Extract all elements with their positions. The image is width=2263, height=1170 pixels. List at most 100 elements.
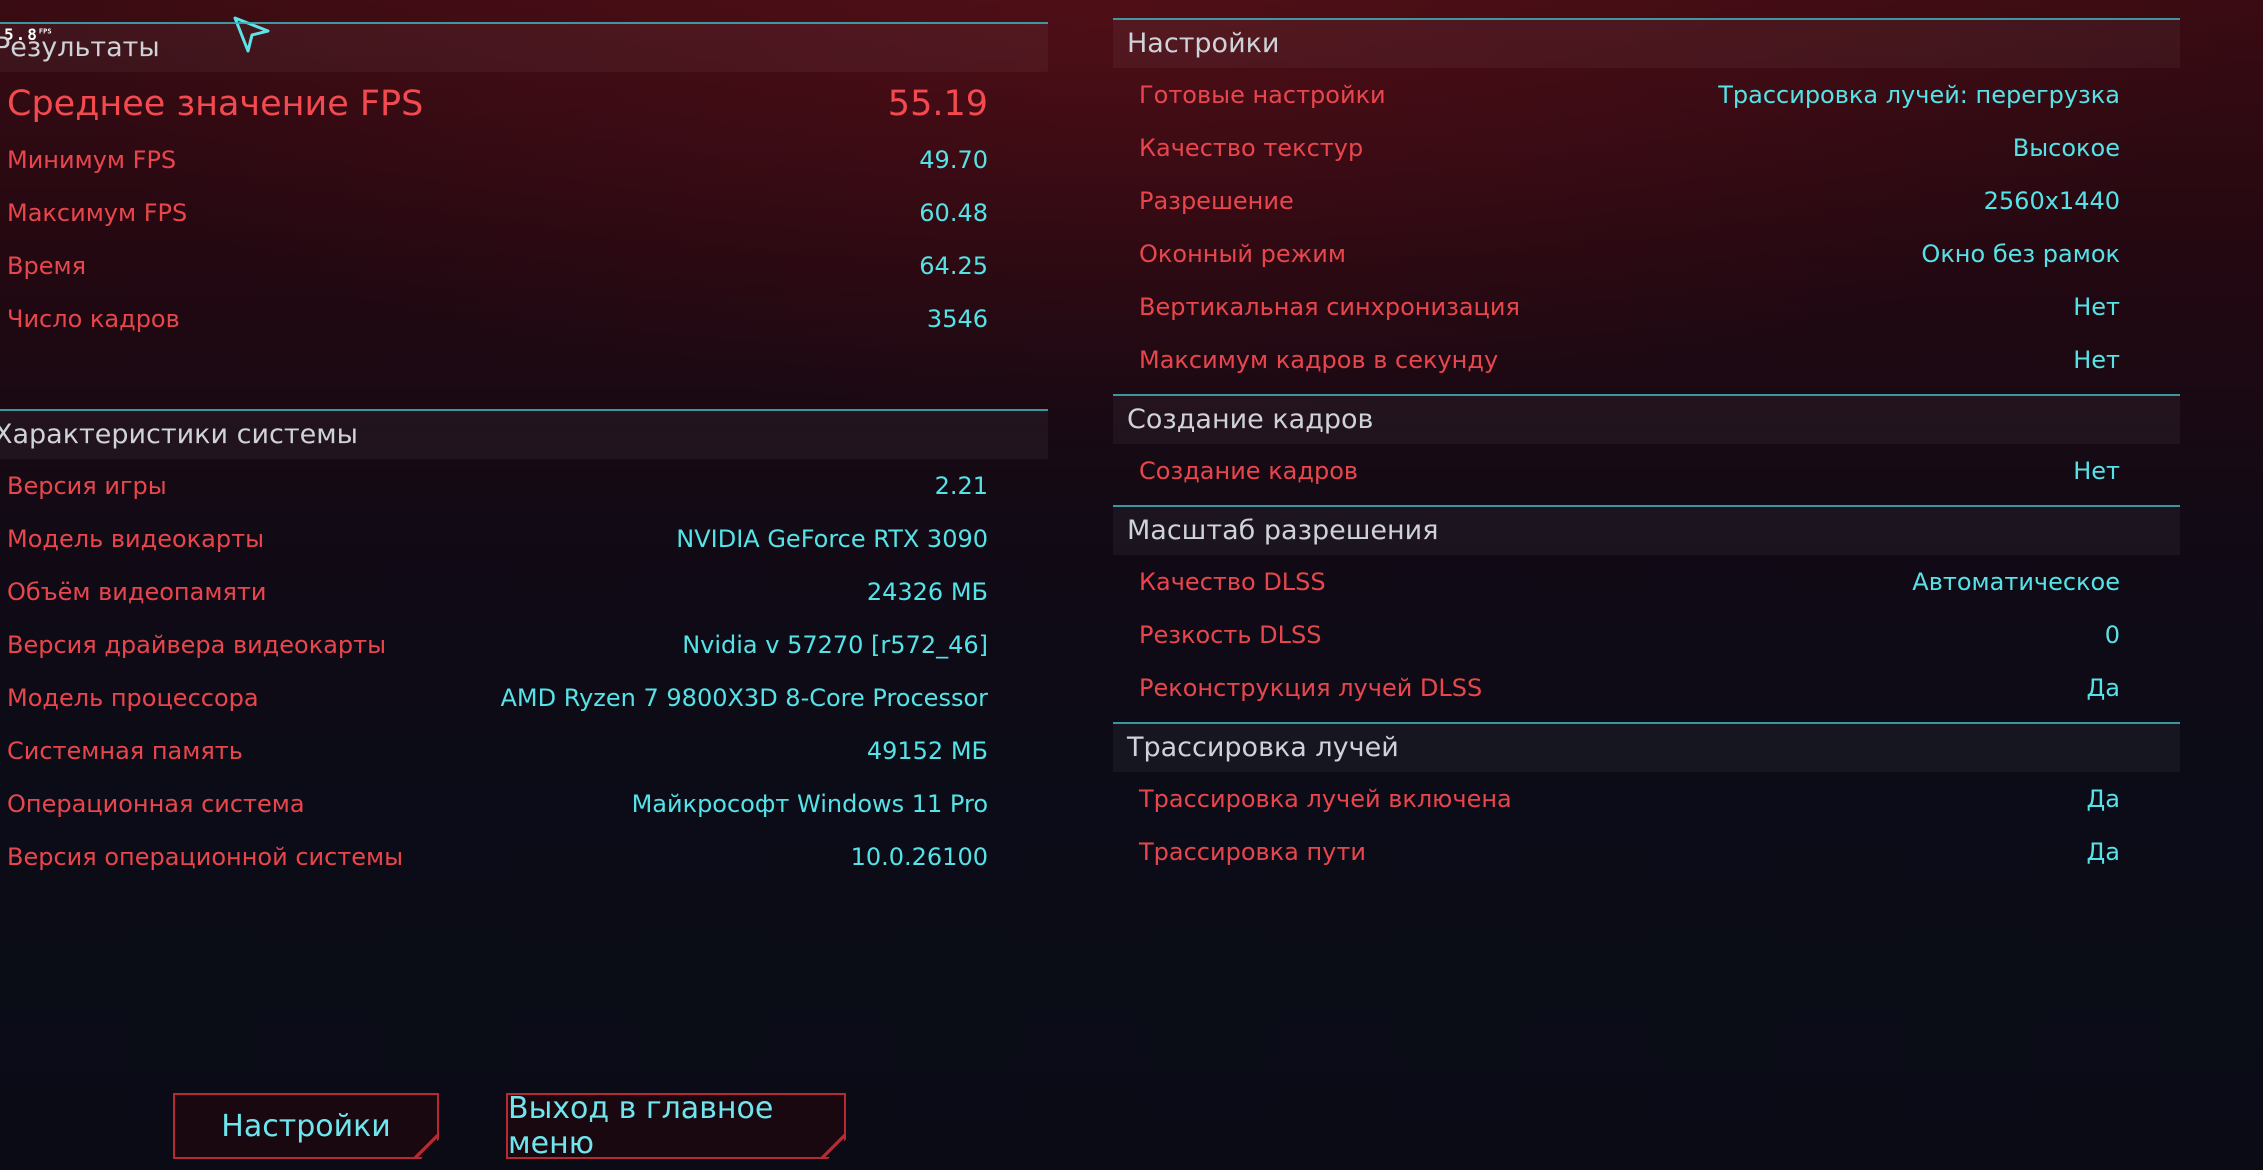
row-label: Создание кадров bbox=[1139, 456, 1359, 485]
row-label: Разрешение bbox=[1139, 186, 1294, 215]
row-value: Майкрософт Windows 11 Pro bbox=[631, 789, 988, 818]
row-label: Максимум кадров в секунду bbox=[1139, 345, 1499, 374]
average-fps-value: 55.19 bbox=[887, 84, 988, 124]
average-fps-label: Среднее значение FPS bbox=[7, 84, 424, 124]
row-value: 49152 МБ bbox=[866, 736, 988, 765]
exit-to-main-menu-button[interactable]: Выход в главное меню bbox=[506, 1093, 846, 1159]
system-row: Версия операционной системы 10.0.26100 bbox=[0, 830, 1048, 883]
resolution-scaling-header: Масштаб разрешения bbox=[1113, 507, 2180, 555]
settings-button-label: Настройки bbox=[221, 1108, 391, 1144]
results-header: Результаты bbox=[0, 24, 1048, 72]
right-panel: Настройки Готовые настройки Трассировка … bbox=[1113, 18, 2180, 886]
ray-tracing-header: Трассировка лучей bbox=[1113, 724, 2180, 772]
row-value: 2560x1440 bbox=[1983, 186, 2120, 215]
benchmark-results-screen: 5.8FPS Результаты Среднее значение FPS 5… bbox=[0, 0, 2263, 1170]
row-value: Nvidia v 57270 [r572_46] bbox=[682, 630, 988, 659]
system-row: Модель процессора AMD Ryzen 7 9800X3D 8-… bbox=[0, 671, 1048, 724]
settings-header: Настройки bbox=[1113, 20, 2180, 68]
row-value: AMD Ryzen 7 9800X3D 8-Core Processor bbox=[500, 683, 989, 712]
frame-gen-section: Создание кадров Создание кадров Нет bbox=[1113, 394, 2180, 505]
row-label: Версия операционной системы bbox=[7, 842, 404, 871]
row-value: Нет bbox=[2073, 345, 2120, 374]
resolution-scaling-row: Резкость DLSS 0 bbox=[1113, 608, 2180, 661]
row-value: Да bbox=[2086, 673, 2120, 702]
row-label: Трассировка лучей включена bbox=[1139, 784, 1512, 813]
system-row: Операционная система Майкрософт Windows … bbox=[0, 777, 1048, 830]
settings-section: Настройки Готовые настройки Трассировка … bbox=[1113, 18, 2180, 394]
settings-row: Качество текстур Высокое bbox=[1113, 121, 2180, 174]
settings-row: Вертикальная синхронизация Нет bbox=[1113, 280, 2180, 333]
section-divider bbox=[0, 409, 1048, 411]
settings-row: Готовые настройки Трассировка лучей: пер… bbox=[1113, 68, 2180, 121]
row-value: 64.25 bbox=[919, 251, 988, 280]
row-label: Минимум FPS bbox=[7, 145, 177, 174]
resolution-scaling-rows: Качество DLSS Автоматическое Резкость DL… bbox=[1113, 555, 2180, 722]
row-label: Операционная система bbox=[7, 789, 305, 818]
row-label: Версия драйвера видеокарты bbox=[7, 630, 387, 659]
resolution-scaling-row: Качество DLSS Автоматическое bbox=[1113, 555, 2180, 608]
frame-count-row: Число кадров 3546 bbox=[0, 292, 1048, 345]
row-value: Нет bbox=[2073, 292, 2120, 321]
row-value: 3546 bbox=[926, 304, 988, 333]
row-value: Нет bbox=[2073, 456, 2120, 485]
row-value: 24326 МБ bbox=[866, 577, 988, 606]
row-label: Модель процессора bbox=[7, 683, 259, 712]
row-label: Время bbox=[7, 251, 87, 280]
system-row: Объём видеопамяти 24326 МБ bbox=[0, 565, 1048, 618]
row-label: Объём видеопамяти bbox=[7, 577, 267, 606]
row-label: Системная память bbox=[7, 736, 243, 765]
settings-button[interactable]: Настройки bbox=[173, 1093, 439, 1159]
row-label: Трассировка пути bbox=[1139, 837, 1366, 866]
frame-gen-header: Создание кадров bbox=[1113, 396, 2180, 444]
row-label: Модель видеокарты bbox=[7, 524, 265, 553]
exit-button-label: Выход в главное меню bbox=[508, 1091, 774, 1161]
row-value: 49.70 bbox=[919, 145, 988, 174]
ray-tracing-rows: Трассировка лучей включена Да Трассировк… bbox=[1113, 772, 2180, 886]
results-rows: Среднее значение FPS 55.19 Минимум FPS 4… bbox=[0, 72, 1048, 345]
row-value: Трассировка лучей: перегрузка bbox=[1718, 80, 2120, 109]
left-panel: Результаты Среднее значение FPS 55.19 Ми… bbox=[0, 22, 1048, 883]
row-value: Автоматическое bbox=[1912, 567, 2120, 596]
row-value: Окно без рамок bbox=[1921, 239, 2120, 268]
settings-row: Максимум кадров в секунду Нет bbox=[1113, 333, 2180, 386]
ray-tracing-section: Трассировка лучей Трассировка лучей вклю… bbox=[1113, 722, 2180, 886]
row-value: 60.48 bbox=[919, 198, 988, 227]
max-fps-row: Максимум FPS 60.48 bbox=[0, 186, 1048, 239]
row-label: Версия игры bbox=[7, 471, 167, 500]
min-fps-row: Минимум FPS 49.70 bbox=[0, 133, 1048, 186]
section-divider bbox=[1113, 18, 2180, 20]
system-rows: Версия игры 2.21 Модель видеокарты NVIDI… bbox=[0, 459, 1048, 883]
results-section: Результаты Среднее значение FPS 55.19 Ми… bbox=[0, 22, 1048, 409]
row-value: 0 bbox=[2104, 620, 2120, 649]
settings-row: Оконный режим Окно без рамок bbox=[1113, 227, 2180, 280]
row-label: Число кадров bbox=[7, 304, 180, 333]
settings-row: Разрешение 2560x1440 bbox=[1113, 174, 2180, 227]
section-divider bbox=[1113, 505, 2180, 507]
row-value: 2.21 bbox=[934, 471, 988, 500]
time-row: Время 64.25 bbox=[0, 239, 1048, 292]
system-row: Версия игры 2.21 bbox=[0, 459, 1048, 512]
section-divider bbox=[0, 22, 1048, 24]
system-header: Характеристики системы bbox=[0, 411, 1048, 459]
row-label: Максимум FPS bbox=[7, 198, 188, 227]
row-value: Да bbox=[2086, 837, 2120, 866]
settings-rows: Готовые настройки Трассировка лучей: пер… bbox=[1113, 68, 2180, 394]
row-label: Качество текстур bbox=[1139, 133, 1364, 162]
system-row: Системная память 49152 МБ bbox=[0, 724, 1048, 777]
row-label: Реконструкция лучей DLSS bbox=[1139, 673, 1483, 702]
row-label: Оконный режим bbox=[1139, 239, 1346, 268]
system-section: Характеристики системы Версия игры 2.21 … bbox=[0, 409, 1048, 883]
frame-gen-row: Создание кадров Нет bbox=[1113, 444, 2180, 497]
row-label: Качество DLSS bbox=[1139, 567, 1326, 596]
row-value: NVIDIA GeForce RTX 3090 bbox=[676, 524, 988, 553]
ray-tracing-row: Трассировка лучей включена Да bbox=[1113, 772, 2180, 825]
row-label: Резкость DLSS bbox=[1139, 620, 1322, 649]
section-divider bbox=[1113, 722, 2180, 724]
frame-gen-rows: Создание кадров Нет bbox=[1113, 444, 2180, 505]
resolution-scaling-section: Масштаб разрешения Качество DLSS Автомат… bbox=[1113, 505, 2180, 722]
row-label: Вертикальная синхронизация bbox=[1139, 292, 1520, 321]
row-label: Готовые настройки bbox=[1139, 80, 1386, 109]
average-fps-row: Среднее значение FPS 55.19 bbox=[0, 75, 1048, 133]
row-value: Да bbox=[2086, 784, 2120, 813]
row-value: Высокое bbox=[2012, 133, 2120, 162]
